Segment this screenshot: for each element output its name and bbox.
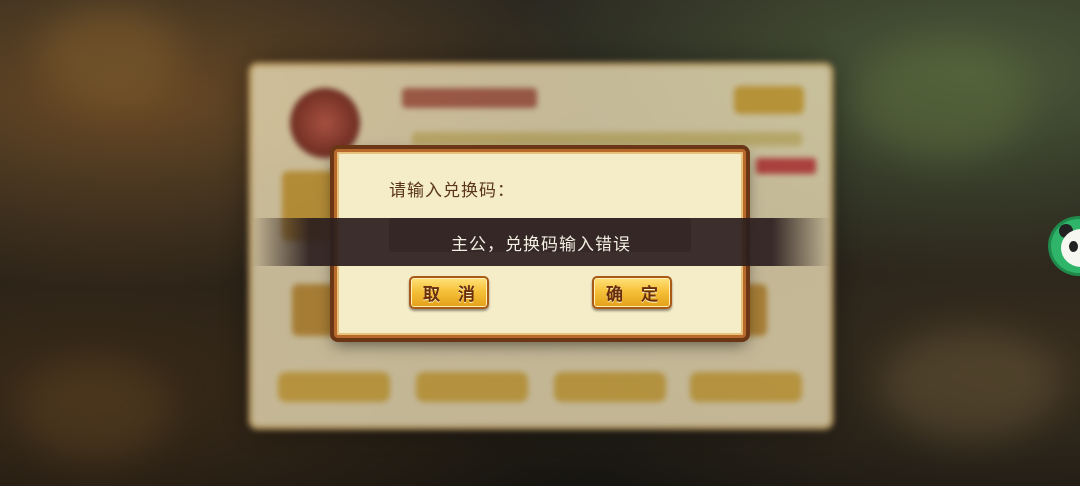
error-toast-message: 主公，兑换码输入错误 [451, 234, 631, 255]
background-bottom-button [690, 372, 802, 402]
background-bottom-button [278, 372, 390, 402]
background-button [734, 86, 804, 114]
background-avatar [290, 88, 360, 158]
background-blur-shape [40, 10, 180, 100]
background-red-tag [756, 158, 816, 174]
cancel-button[interactable]: 取 消 [409, 276, 489, 309]
background-blur-shape [860, 40, 1030, 160]
confirm-button[interactable]: 确 定 [592, 276, 672, 309]
panda-eye [1069, 241, 1078, 252]
redeem-code-prompt: 请输入兑换码： [389, 181, 515, 201]
background-blur-shape [20, 360, 170, 460]
background-bottom-button [416, 372, 528, 402]
error-toast: 主公，兑换码输入错误 [252, 218, 830, 266]
background-title-bar [402, 88, 537, 108]
background-blur-shape [880, 330, 1060, 440]
background-bottom-button [554, 372, 666, 402]
background-stat-bar [412, 132, 802, 146]
